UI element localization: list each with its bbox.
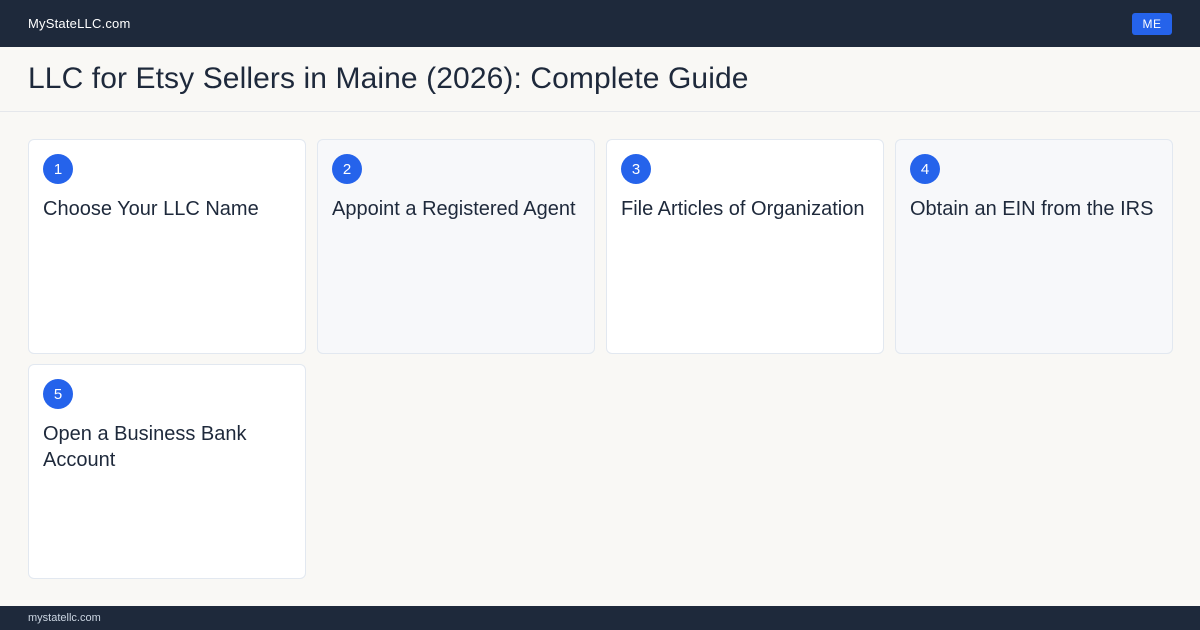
step-title: File Articles of Organization <box>621 198 865 220</box>
title-band: LLC for Etsy Sellers in Maine (2026): Co… <box>0 47 1200 112</box>
state-badge[interactable]: ME <box>1132 12 1172 35</box>
step-number-badge: 2 <box>332 154 362 184</box>
step-card-1: 1 Choose Your LLC Name <box>28 139 306 354</box>
step-card-4: 4 Obtain an EIN from the IRS <box>895 139 1173 354</box>
step-title: Obtain an EIN from the IRS <box>910 198 1154 220</box>
step-number-badge: 1 <box>43 154 73 184</box>
site-brand[interactable]: MyStateLLC.com <box>28 16 131 31</box>
step-card-3: 3 File Articles of Organization <box>606 139 884 354</box>
step-title: Choose Your LLC Name <box>43 198 259 220</box>
footer-domain: mystatellc.com <box>28 612 101 624</box>
top-navbar: MyStateLLC.com ME <box>0 0 1200 47</box>
step-title: Open a Business Bank Account <box>43 423 247 471</box>
step-number-badge: 5 <box>43 379 73 409</box>
page-title: LLC for Etsy Sellers in Maine (2026): Co… <box>28 62 749 95</box>
page-footer: mystatellc.com <box>0 606 1200 630</box>
step-card-2: 2 Appoint a Registered Agent <box>317 139 595 354</box>
step-title: Appoint a Registered Agent <box>332 198 576 220</box>
step-number-badge: 3 <box>621 154 651 184</box>
step-card-5: 5 Open a Business Bank Account <box>28 364 306 579</box>
step-number-badge: 4 <box>910 154 940 184</box>
steps-grid: 1 Choose Your LLC Name 2 Appoint a Regis… <box>28 139 1173 579</box>
